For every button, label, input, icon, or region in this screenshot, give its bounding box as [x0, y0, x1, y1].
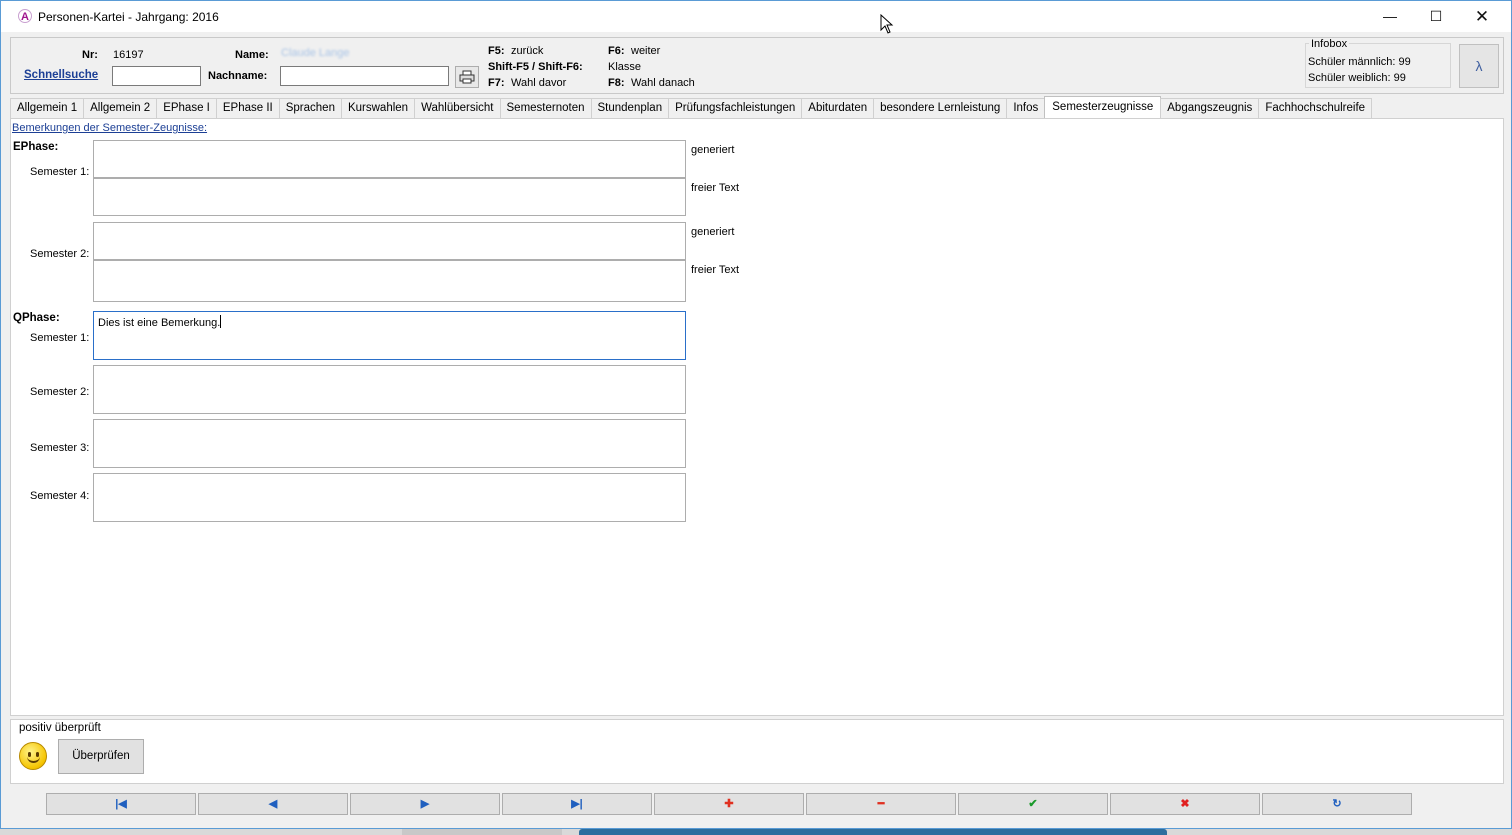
tab-abiturdaten[interactable]: Abiturdaten [801, 98, 875, 118]
qphase-sem3-field[interactable] [93, 419, 686, 468]
name-value: Claude Lange [281, 47, 350, 59]
shortcut-shift-key: Shift-F5 / Shift-F6: [488, 61, 583, 73]
ephase-sem1-free-label: freier Text [691, 182, 740, 194]
navigation-bar: |◀ ◀ ▶ ▶| ✚ ━ ✔ ✖ ↻ [10, 787, 1504, 819]
add-record-button[interactable]: ✚ [654, 793, 804, 815]
tab-wahluebersicht[interactable]: Wahlübersicht [414, 98, 501, 118]
nr-value: 16197 [113, 49, 144, 61]
maximize-icon[interactable]: ☐ [1413, 1, 1459, 32]
lastname-label: Nachname: [208, 70, 268, 82]
text-caret [220, 315, 222, 328]
shortcut-f7-action: Wahl davor [511, 77, 567, 89]
minimize-icon[interactable]: — [1367, 1, 1413, 32]
smiley-icon [19, 742, 47, 770]
shortcut-shift-action: Klasse [608, 61, 642, 73]
shortcut-f7-key: F7: [488, 77, 505, 89]
infobox-male-count: Schüler männlich: 99 [1308, 56, 1411, 68]
print-button[interactable] [455, 66, 479, 88]
ephase-sem1-generated-field[interactable] [93, 140, 686, 178]
ephase-sem2-generated-field[interactable] [93, 222, 686, 260]
last-record-button[interactable]: ▶| [502, 793, 652, 815]
shortcut-f5-key: F5: [488, 45, 505, 57]
shortcut-f6-key: F6: [608, 45, 625, 57]
quicksearch-input[interactable] [112, 66, 201, 86]
background-window-strip [402, 829, 562, 835]
qphase-sem4-field[interactable] [93, 473, 686, 522]
section-title: Bemerkungen der Semester-Zeugnisse: [12, 122, 208, 134]
ephase-label: EPhase: [13, 141, 59, 153]
qphase-sem1-text: Dies ist eine Bemerkung. [98, 317, 221, 329]
tab-ephase-1[interactable]: EPhase I [156, 98, 217, 118]
qphase-label: QPhase: [13, 312, 60, 324]
cancel-button[interactable]: ✖ [1110, 793, 1260, 815]
tab-semesternoten[interactable]: Semesternoten [499, 98, 592, 118]
tab-allgemein-1[interactable]: Allgemein 1 [10, 98, 85, 118]
ephase-sem2-generated-label: generiert [691, 226, 735, 238]
tab-sprachen[interactable]: Sprachen [278, 98, 342, 118]
qphase-sem3-label: Semester 3: [30, 442, 90, 454]
qphase-sem1-label: Semester 1: [30, 332, 90, 344]
ephase-sem2-label: Semester 2: [30, 248, 90, 260]
tab-pruefungsfachleistungen[interactable]: Prüfungsfachleistungen [668, 98, 803, 118]
shortcut-f8-key: F8: [608, 77, 625, 89]
tab-stundenplan[interactable]: Stundenplan [590, 98, 670, 118]
close-icon[interactable]: ✕ [1459, 1, 1505, 32]
cancel-icon: ✖ [1180, 798, 1190, 810]
confirm-button[interactable]: ✔ [958, 793, 1108, 815]
ephase-sem2-free-label: freier Text [691, 264, 740, 276]
status-text: positiv überprüft [19, 722, 101, 734]
first-record-icon: |◀ [115, 798, 127, 810]
shortcut-f5-action: zurück [511, 45, 544, 57]
infobox-title: Infobox [1309, 38, 1350, 50]
header-panel [10, 37, 1504, 94]
mouse-cursor-icon [880, 14, 894, 34]
main-window: A Personen-Kartei - Jahrgang: 2016 — ☐ ✕… [0, 0, 1512, 829]
app-icon: A [18, 9, 32, 23]
tab-kurswahlen[interactable]: Kurswahlen [340, 98, 416, 118]
lambda-help-icon: λ [1475, 58, 1483, 74]
qphase-sem2-label: Semester 2: [30, 386, 90, 398]
first-record-button[interactable]: |◀ [46, 793, 196, 815]
check-button[interactable]: Überprüfen [58, 739, 144, 774]
nr-label: Nr: [82, 49, 98, 61]
ephase-sem2-free-field[interactable] [93, 260, 686, 302]
qphase-sem1-field[interactable]: Dies ist eine Bemerkung. [93, 311, 686, 360]
refresh-icon: ↻ [1332, 798, 1342, 810]
infobox-female-count: Schüler weiblich: 99 [1308, 72, 1406, 84]
tab-besondere-lernleistung[interactable]: besondere Lernleistung [873, 98, 1008, 118]
qphase-sem4-label: Semester 4: [30, 490, 90, 502]
next-record-icon: ▶ [420, 798, 430, 810]
ephase-sem1-label: Semester 1: [30, 166, 90, 178]
remove-record-button[interactable]: ━ [806, 793, 956, 815]
name-label: Name: [235, 49, 269, 61]
previous-record-button[interactable]: ◀ [198, 793, 348, 815]
shortcut-f6-action: weiter [631, 45, 661, 57]
shortcut-f8-action: Wahl danach [631, 77, 695, 89]
checkmark-icon: ✔ [1028, 798, 1038, 810]
quicksearch-link[interactable]: Schnellsuche [24, 69, 98, 81]
refresh-button[interactable]: ↻ [1262, 793, 1412, 815]
last-record-icon: ▶| [571, 798, 583, 810]
ephase-sem1-free-field[interactable] [93, 178, 686, 216]
tab-semesterzeugnisse[interactable]: Semesterzeugnisse [1044, 96, 1162, 118]
window-title: Personen-Kartei - Jahrgang: 2016 [38, 10, 219, 24]
add-icon: ✚ [724, 798, 734, 810]
tab-bar: Allgemein 1 Allgemein 2 EPhase I EPhase … [10, 96, 1373, 118]
help-button[interactable]: λ [1459, 44, 1499, 88]
next-record-button[interactable]: ▶ [350, 793, 500, 815]
tab-allgemein-2[interactable]: Allgemein 2 [83, 98, 158, 118]
status-panel [10, 719, 1504, 784]
tab-fachhochschulreife[interactable]: Fachhochschulreife [1258, 98, 1373, 118]
tab-ephase-2[interactable]: EPhase II [215, 98, 280, 118]
title-bar: A Personen-Kartei - Jahrgang: 2016 — ☐ ✕ [1, 1, 1511, 32]
background-window-titlebar [579, 829, 1167, 835]
remove-icon: ━ [877, 798, 885, 810]
qphase-sem2-field[interactable] [93, 365, 686, 414]
lastname-input[interactable] [280, 66, 449, 86]
tab-infos[interactable]: Infos [1006, 98, 1046, 118]
ephase-sem1-generated-label: generiert [691, 144, 735, 156]
printer-icon [459, 70, 475, 84]
previous-record-icon: ◀ [268, 798, 278, 810]
tab-abgangszeugnis[interactable]: Abgangszeugnis [1160, 98, 1260, 118]
